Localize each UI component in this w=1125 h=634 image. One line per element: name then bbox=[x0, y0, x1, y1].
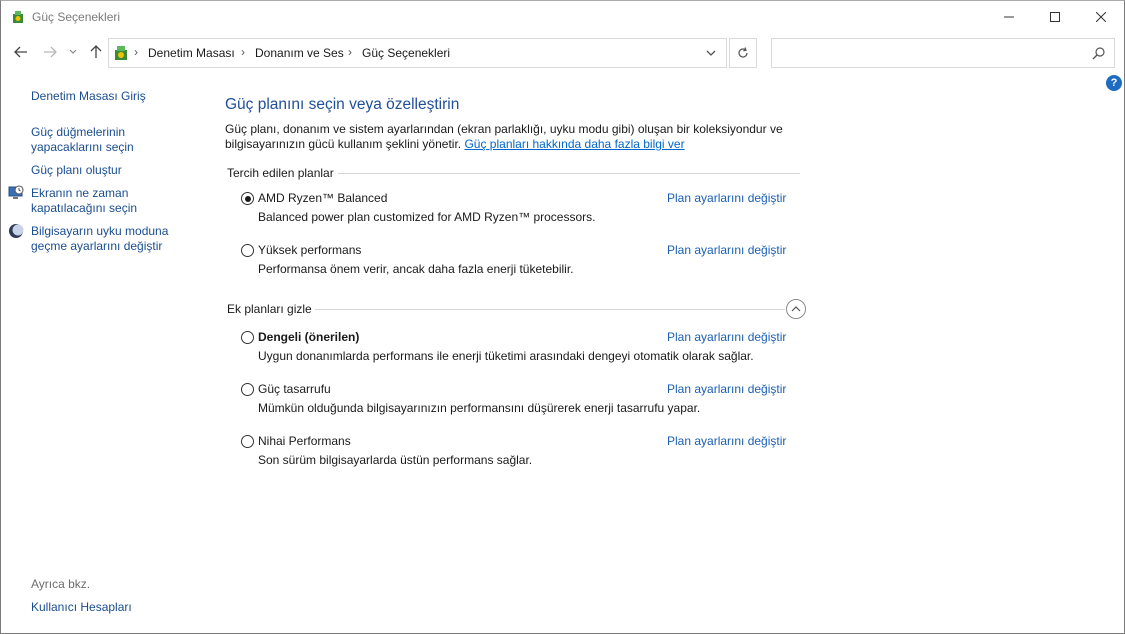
sidebar-item-label: geçme ayarlarını değiştir bbox=[31, 239, 163, 253]
plan-name[interactable]: Yüksek performans bbox=[258, 243, 361, 257]
clock-monitor-icon bbox=[8, 185, 24, 199]
refresh-button[interactable] bbox=[729, 38, 757, 68]
recent-locations-button[interactable] bbox=[67, 44, 79, 60]
plan-radio-amd-balanced[interactable] bbox=[241, 192, 254, 205]
chevron-up-icon bbox=[791, 306, 801, 312]
sidebar-item-create-plan[interactable]: Güç planı oluştur bbox=[31, 163, 122, 178]
see-also-label: Ayrıca bkz. bbox=[31, 577, 91, 591]
sidebar-item-user-accounts[interactable]: Kullanıcı Hesapları bbox=[31, 600, 132, 615]
moon-icon bbox=[9, 224, 24, 238]
address-bar[interactable]: › Denetim Masası › Donanım ve Ses › Güç … bbox=[108, 38, 727, 68]
close-button[interactable] bbox=[1078, 1, 1124, 32]
plan-name[interactable]: AMD Ryzen™ Balanced bbox=[258, 191, 387, 205]
forward-button[interactable] bbox=[42, 44, 58, 60]
up-button[interactable] bbox=[88, 44, 104, 60]
power-options-window: Güç Seçenekleri › Denetim Masası › Donan… bbox=[0, 0, 1125, 634]
power-options-icon bbox=[115, 46, 127, 60]
sidebar-item-label: Ekranın ne zaman bbox=[31, 186, 129, 200]
close-icon bbox=[1096, 11, 1106, 22]
search-box[interactable] bbox=[771, 38, 1115, 68]
plan-radio-high-performance[interactable] bbox=[241, 244, 254, 257]
chevron-down-icon bbox=[69, 49, 77, 54]
back-button[interactable] bbox=[13, 44, 29, 60]
maximize-button[interactable] bbox=[1032, 1, 1078, 32]
sidebar-item-power-buttons[interactable]: Güç düğmelerinin yapacaklarını seçin bbox=[31, 125, 134, 155]
sidebar-item-label: yapacaklarını seçin bbox=[31, 140, 134, 154]
page-title: Güç planını seçin veya özelleştirin bbox=[225, 96, 460, 113]
plan-name[interactable]: Dengeli (önerilen) bbox=[258, 330, 359, 344]
breadcrumb-separator-icon: › bbox=[348, 45, 352, 59]
refresh-icon bbox=[738, 47, 748, 58]
plan-radio-balanced[interactable] bbox=[241, 331, 254, 344]
group-divider bbox=[338, 173, 800, 174]
learn-more-link[interactable]: Güç planları hakkında daha fazla bilgi v… bbox=[464, 137, 684, 151]
change-plan-settings-link[interactable]: Plan ayarlarını değiştir bbox=[667, 191, 786, 205]
breadcrumb-power-options[interactable]: Güç Seçenekleri bbox=[362, 46, 450, 60]
help-icon[interactable]: ? bbox=[1106, 75, 1122, 91]
arrow-right-icon bbox=[44, 46, 57, 58]
plan-description: Son sürüm bilgisayarlarda üstün performa… bbox=[258, 453, 533, 467]
change-plan-settings-link[interactable]: Plan ayarlarını değiştir bbox=[667, 434, 786, 448]
sidebar-control-panel-home[interactable]: Denetim Masası Giriş bbox=[31, 89, 146, 104]
plan-description: Mümkün olduğunda bilgisayarınızın perfor… bbox=[258, 401, 701, 415]
power-options-app-icon bbox=[13, 11, 23, 23]
maximize-icon bbox=[1050, 11, 1060, 22]
preferred-plans-heading: Tercih edilen planlar bbox=[227, 166, 334, 180]
breadcrumb-hardware-sound[interactable]: Donanım ve Ses bbox=[255, 46, 344, 60]
title-bar[interactable]: Güç Seçenekleri bbox=[1, 1, 1124, 32]
minimize-icon bbox=[1004, 16, 1014, 17]
plan-description: Performansa önem verir, ancak daha fazla… bbox=[258, 262, 574, 276]
collapse-plans-button[interactable] bbox=[786, 299, 806, 319]
page-description: Güç planı, donanım ve sistem ayarlarında… bbox=[225, 122, 805, 152]
sidebar-item-display-off[interactable]: Ekranın ne zaman kapatılacağını seçin bbox=[31, 186, 137, 216]
plan-radio-ultimate-performance[interactable] bbox=[241, 435, 254, 448]
additional-plans-heading: Ek planları gizle bbox=[227, 302, 312, 316]
minimize-button[interactable] bbox=[986, 1, 1032, 32]
change-plan-settings-link[interactable]: Plan ayarlarını değiştir bbox=[667, 330, 786, 344]
search-input[interactable] bbox=[778, 44, 1082, 62]
change-plan-settings-link[interactable]: Plan ayarlarını değiştir bbox=[667, 243, 786, 257]
change-plan-settings-link[interactable]: Plan ayarlarını değiştir bbox=[667, 382, 786, 396]
arrow-left-icon bbox=[14, 46, 27, 58]
plan-radio-power-saver[interactable] bbox=[241, 383, 254, 396]
sidebar-item-sleep-settings[interactable]: Bilgisayarın uyku moduna geçme ayarların… bbox=[31, 224, 168, 254]
group-divider bbox=[315, 309, 785, 310]
sidebar-item-label: Güç planı oluştur bbox=[31, 163, 122, 177]
plan-description: Uygun donanımlarda performans ile enerji… bbox=[258, 349, 754, 363]
breadcrumb-separator-icon: › bbox=[134, 45, 138, 59]
breadcrumb-separator-icon: › bbox=[241, 45, 245, 59]
plan-name[interactable]: Nihai Performans bbox=[258, 434, 351, 448]
window-title: Güç Seçenekleri bbox=[32, 10, 121, 24]
arrow-up-icon bbox=[90, 45, 102, 58]
search-icon[interactable] bbox=[1092, 46, 1106, 60]
sidebar-item-label: Güç düğmelerinin bbox=[31, 125, 126, 139]
sidebar-item-label: kapatılacağını seçin bbox=[31, 201, 138, 215]
breadcrumb-control-panel[interactable]: Denetim Masası bbox=[148, 46, 235, 60]
address-dropdown-icon[interactable] bbox=[704, 46, 718, 60]
plan-description: Balanced power plan customized for AMD R… bbox=[258, 210, 596, 224]
plan-name[interactable]: Güç tasarrufu bbox=[258, 382, 331, 396]
navigation-bar: › Denetim Masası › Donanım ve Ses › Güç … bbox=[1, 35, 1124, 69]
sidebar-item-label: Bilgisayarın uyku moduna bbox=[31, 224, 169, 238]
